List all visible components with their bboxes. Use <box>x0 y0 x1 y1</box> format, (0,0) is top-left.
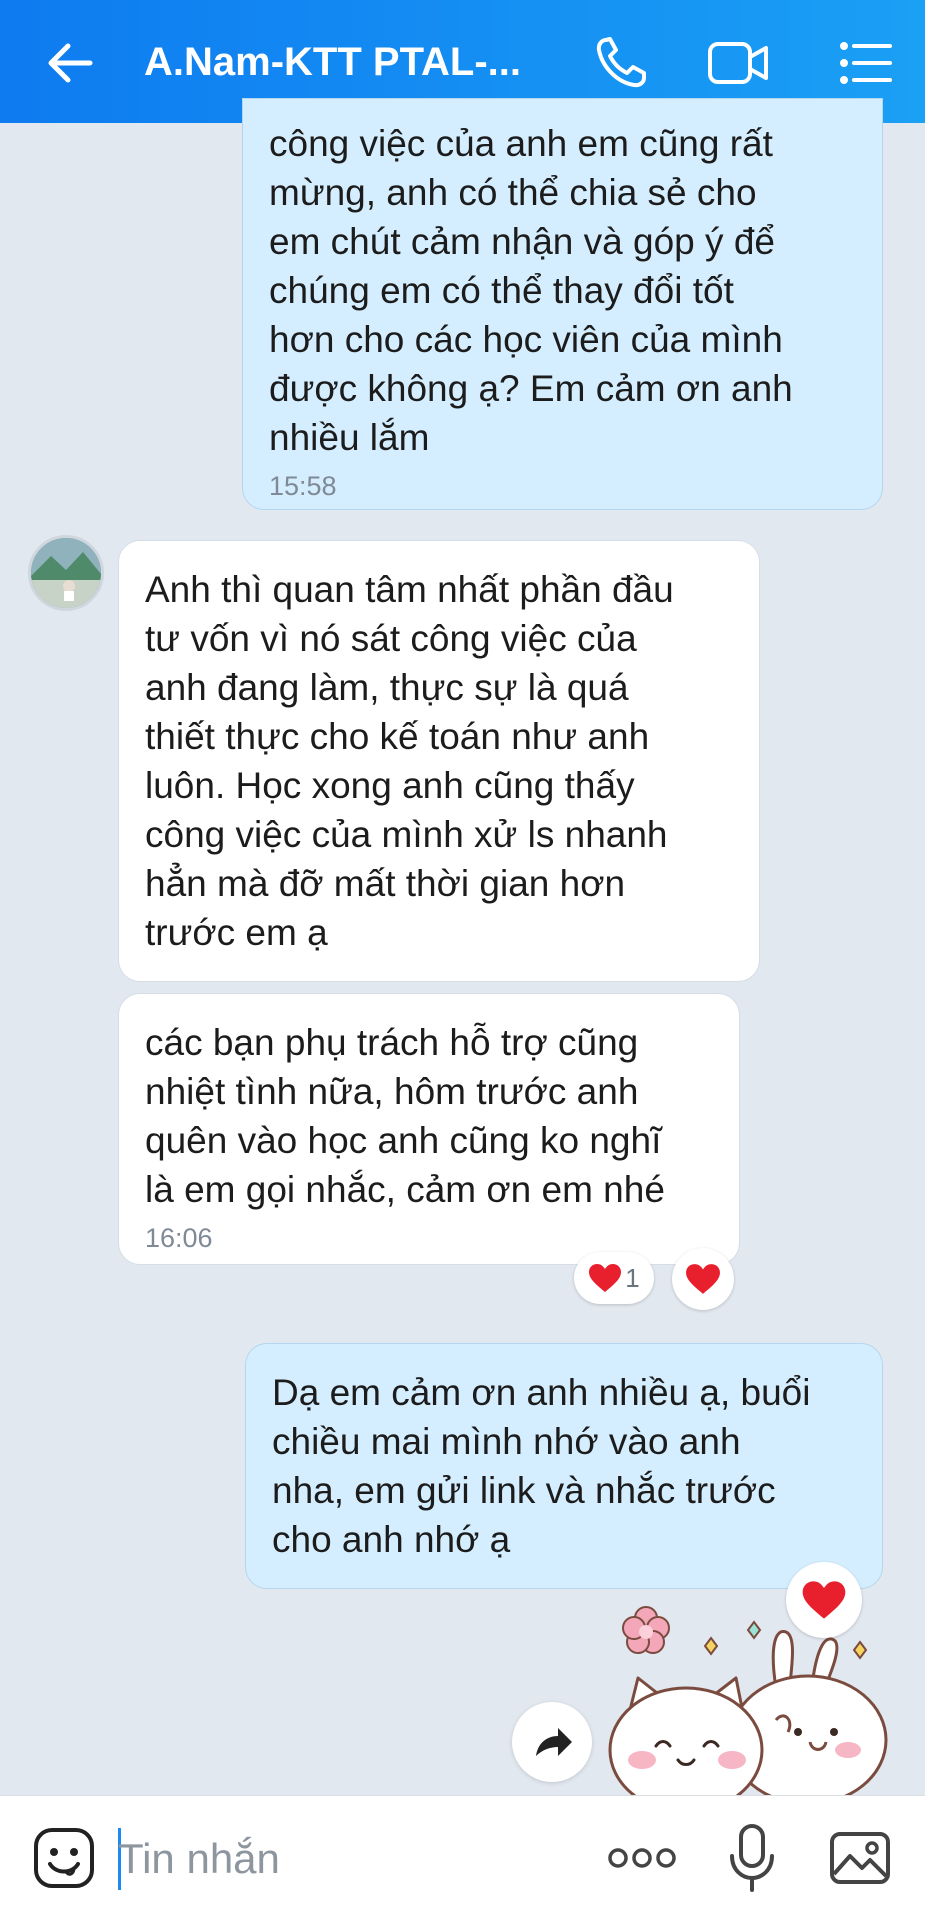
outgoing-message[interactable]: công việc của anh em cũng rất mừng, anh … <box>242 98 883 510</box>
message-input[interactable]: Tin nhắn <box>118 1831 568 1887</box>
sticker-smiley-icon[interactable] <box>32 1826 96 1890</box>
flower-decoration <box>622 1606 670 1654</box>
forward-arrow-icon <box>536 1728 572 1756</box>
outgoing-message[interactable]: Dạ em cảm ơn anh nhiều ạ, buổi chiều mai… <box>245 1343 883 1589</box>
video-call-icon[interactable] <box>706 30 772 96</box>
incoming-message[interactable]: Anh thì quan tâm nhất phần đầu tư vốn vì… <box>118 540 760 982</box>
contact-avatar[interactable] <box>28 535 104 611</box>
incoming-message[interactable]: các bạn phụ trách hỗ trợ cũng nhiệt tình… <box>118 993 740 1265</box>
message-text: các bạn phụ trách hỗ trợ cũng nhiệt tình… <box>145 1022 665 1210</box>
message-text: công việc của anh em cũng rất mừng, anh … <box>269 123 793 458</box>
message-timestamp: 16:06 <box>145 1223 213 1253</box>
heart-icon <box>686 1264 720 1294</box>
reaction-summary[interactable]: 1 <box>574 1252 654 1304</box>
heart-icon <box>589 1264 622 1292</box>
react-heart-button[interactable] <box>672 1248 734 1310</box>
heart-icon <box>802 1581 846 1619</box>
more-dots-icon[interactable] <box>606 1840 678 1876</box>
message-timestamp: 15:58 <box>269 471 337 501</box>
conversation-title[interactable]: A.Nam-KTT PTAL-... <box>144 38 524 86</box>
microphone-icon[interactable] <box>724 1822 780 1894</box>
menu-list-icon[interactable] <box>832 30 898 96</box>
message-text: Dạ em cảm ơn anh nhiều ạ, buổi chiều mai… <box>272 1372 811 1560</box>
reaction-count: 1 <box>625 1262 640 1293</box>
forward-button[interactable] <box>512 1702 592 1782</box>
phone-icon[interactable] <box>588 30 654 96</box>
avatar-photo <box>31 538 101 608</box>
back-arrow-icon[interactable] <box>38 30 104 96</box>
cat-bunny-sticker[interactable] <box>598 1600 898 1795</box>
image-gallery-icon[interactable] <box>828 1826 892 1890</box>
message-input-bar: Tin nhắn <box>0 1795 925 1920</box>
react-heart-button[interactable] <box>786 1562 862 1638</box>
message-text: Anh thì quan tâm nhất phần đầu tư vốn vì… <box>145 569 674 953</box>
